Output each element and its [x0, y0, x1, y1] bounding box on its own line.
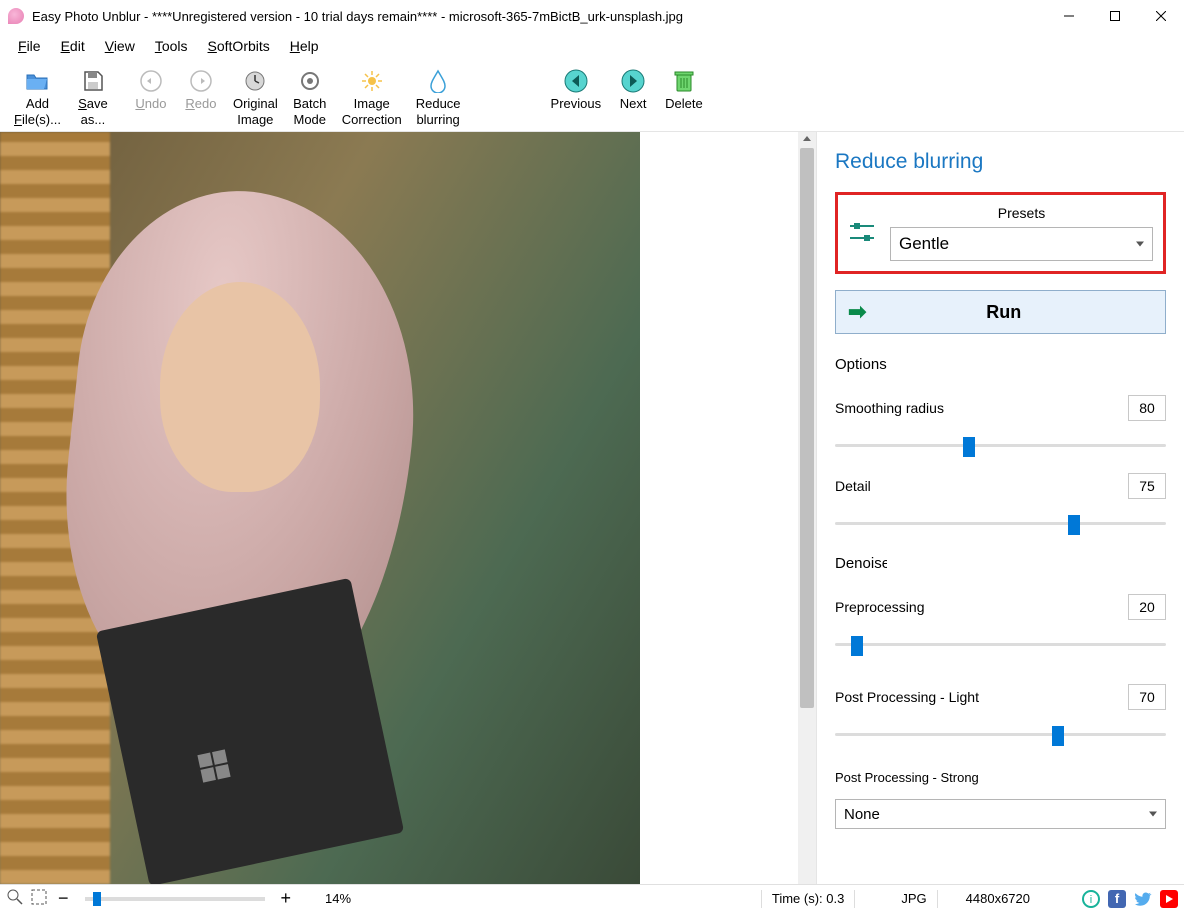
post-strong-dropdown[interactable]: None: [835, 799, 1166, 829]
youtube-icon[interactable]: [1160, 890, 1178, 908]
next-button[interactable]: Next: [609, 64, 657, 116]
maximize-button[interactable]: [1092, 0, 1138, 32]
zoom-in-button[interactable]: +: [277, 888, 296, 909]
status-format: JPG: [901, 891, 926, 906]
window-title: Easy Photo Unblur - ****Unregistered ver…: [32, 9, 1046, 24]
close-button[interactable]: [1138, 0, 1184, 32]
detail-value[interactable]: 75: [1128, 473, 1166, 499]
vertical-scrollbar[interactable]: [798, 132, 816, 884]
zoom-actual-icon[interactable]: [6, 888, 24, 909]
redo-icon: [188, 68, 214, 94]
menubar: File Edit View Tools SoftOrbits Help: [0, 32, 1184, 60]
previous-icon: [563, 68, 589, 94]
titlebar: Easy Photo Unblur - ****Unregistered ver…: [0, 0, 1184, 32]
undo-icon: [138, 68, 164, 94]
presets-dropdown[interactable]: Gentle: [890, 227, 1153, 261]
twitter-icon[interactable]: [1134, 890, 1152, 908]
zoom-fit-icon[interactable]: [30, 888, 48, 909]
post-light-label: Post Processing - Light: [835, 689, 979, 705]
delete-button[interactable]: Delete: [659, 64, 709, 116]
zoom-out-button[interactable]: −: [54, 888, 73, 909]
image-correction-button[interactable]: ImageCorrection: [336, 64, 408, 131]
original-image-button[interactable]: OriginalImage: [227, 64, 284, 131]
reduce-blurring-button[interactable]: Reduceblurring: [410, 64, 467, 131]
menu-help[interactable]: Help: [280, 34, 329, 58]
menu-file[interactable]: File: [8, 34, 51, 58]
social-links: i f: [1082, 890, 1178, 908]
presets-group-highlight: Presets Gentle: [835, 192, 1166, 274]
detail-label: Detail: [835, 478, 871, 494]
options-heading: Options: [835, 356, 1166, 373]
statusbar: − + 14% Time (s): 0.3 JPG 4480x6720 i f: [0, 884, 1184, 912]
menu-edit[interactable]: Edit: [51, 34, 95, 58]
preview-image: [0, 132, 640, 884]
toolbar: AddFile(s)... Saveas... Undo Redo Origin…: [0, 60, 1184, 132]
smoothing-slider[interactable]: [835, 435, 1166, 455]
preprocessing-label: Preprocessing: [835, 599, 925, 615]
facebook-icon[interactable]: f: [1108, 890, 1126, 908]
zoom-slider[interactable]: [85, 897, 265, 901]
next-icon: [620, 68, 646, 94]
content-area: Reduce blurring Presets Gentle ➡ Run Opt…: [0, 132, 1184, 884]
trash-icon: [671, 68, 697, 94]
status-dimensions: 4480x6720: [966, 891, 1030, 906]
post-strong-label: Post Processing - Strong: [835, 770, 1166, 785]
preprocessing-value[interactable]: 20: [1128, 594, 1166, 620]
window-controls: [1046, 0, 1184, 32]
clock-icon: [242, 68, 268, 94]
menu-view[interactable]: View: [95, 34, 145, 58]
app-icon: [8, 8, 24, 24]
smoothing-value[interactable]: 80: [1128, 395, 1166, 421]
chevron-down-icon: [1149, 812, 1157, 817]
chevron-down-icon: [1136, 242, 1144, 247]
info-icon[interactable]: i: [1082, 890, 1100, 908]
post-light-slider[interactable]: [835, 724, 1166, 744]
zoom-percent: 14%: [325, 891, 351, 906]
sliders-icon: [848, 220, 876, 247]
gear-icon: [297, 68, 323, 94]
run-arrow-icon: ➡: [848, 299, 866, 325]
svg-text:i: i: [1090, 894, 1092, 906]
post-light-value[interactable]: 70: [1128, 684, 1166, 710]
add-files-button[interactable]: AddFile(s)...: [8, 64, 67, 131]
image-viewer[interactable]: [0, 132, 816, 884]
batch-mode-button[interactable]: BatchMode: [286, 64, 334, 131]
menu-tools[interactable]: Tools: [145, 34, 198, 58]
droplet-icon: [425, 68, 451, 94]
previous-button[interactable]: Previous: [545, 64, 608, 116]
smoothing-label: Smoothing radius: [835, 400, 944, 416]
preprocessing-slider[interactable]: [835, 634, 1166, 654]
save-icon: [80, 68, 106, 94]
run-button[interactable]: ➡ Run: [835, 290, 1166, 334]
status-time: Time (s): 0.3: [772, 891, 844, 906]
folder-open-icon: [24, 68, 50, 94]
detail-slider[interactable]: [835, 513, 1166, 533]
denoise-heading: Denoise: [835, 555, 887, 572]
menu-softorbits[interactable]: SoftOrbits: [198, 34, 280, 58]
redo-button[interactable]: Redo: [177, 64, 225, 116]
minimize-button[interactable]: [1046, 0, 1092, 32]
sun-icon: [359, 68, 385, 94]
presets-label: Presets: [890, 205, 1153, 221]
panel-title: Reduce blurring: [835, 150, 1166, 174]
undo-button[interactable]: Undo: [127, 64, 175, 116]
save-as-button[interactable]: Saveas...: [69, 64, 117, 131]
side-panel: Reduce blurring Presets Gentle ➡ Run Opt…: [816, 132, 1184, 884]
